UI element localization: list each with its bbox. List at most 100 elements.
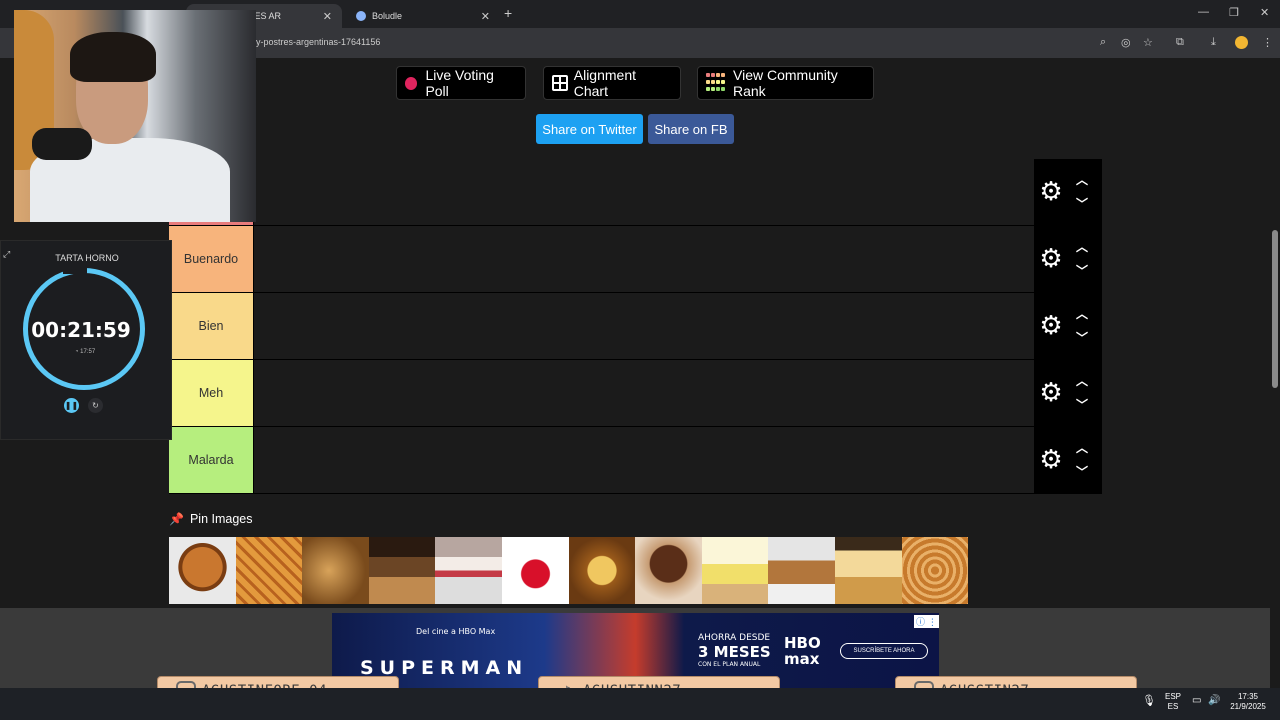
close-window-icon[interactable]: ✕: [1260, 6, 1269, 19]
chevron-down-icon[interactable]: ﹀: [1076, 329, 1088, 346]
menu-icon[interactable]: ⋮: [1262, 36, 1273, 49]
star-icon[interactable]: ☆: [1143, 36, 1153, 49]
close-tab-icon[interactable]: ✕: [481, 10, 490, 23]
ad-line1: Del cine a HBO Max: [416, 627, 496, 636]
lang-bottom: ES: [1167, 702, 1179, 711]
tab-boludle[interactable]: Boludle ✕: [346, 4, 500, 28]
tier-controls: ⚙ ︿ ﹀: [1034, 226, 1102, 293]
dessert-image[interactable]: [169, 537, 236, 604]
community-rank-label: View Community Rank: [733, 67, 838, 99]
record-icon: [405, 76, 418, 90]
ad-offer-top: AHORRA DESDE: [698, 633, 771, 643]
chevron-up-icon[interactable]: ︿: [1076, 439, 1088, 456]
alignment-chart-button[interactable]: Alignment Chart: [543, 66, 681, 100]
gear-icon[interactable]: ⚙: [1039, 446, 1063, 472]
community-rank-button[interactable]: View Community Rank: [697, 66, 874, 100]
gear-icon[interactable]: ⚙: [1039, 379, 1063, 405]
chevron-up-icon[interactable]: ︿: [1076, 171, 1088, 188]
chevron-up-icon[interactable]: ︿: [1076, 372, 1088, 389]
timer-alarm: ◔ 17:57: [1, 349, 169, 355]
dessert-image[interactable]: [768, 537, 835, 604]
tier-grid-icon: [706, 73, 725, 93]
clock[interactable]: 17:35 21/9/2025: [1226, 692, 1270, 712]
scrollbar[interactable]: [1270, 58, 1280, 688]
restore-icon[interactable]: ❐: [1229, 6, 1239, 19]
gear-icon[interactable]: ⚙: [1039, 245, 1063, 271]
ad-offer-big: 3 MESES: [698, 643, 771, 661]
volume-icon[interactable]: 🔊: [1208, 696, 1220, 706]
tier-controls: ⚙ ︿ ﹀: [1034, 360, 1102, 427]
gear-icon[interactable]: ⚙: [1039, 312, 1063, 338]
tier-row: Bien ⚙ ︿ ﹀: [169, 293, 1102, 360]
dessert-image[interactable]: [568, 537, 636, 604]
new-tab-button[interactable]: +: [504, 5, 512, 21]
reset-button[interactable]: ↻: [88, 398, 103, 413]
share-twitter-button[interactable]: Share on Twitter: [536, 114, 643, 144]
tier-drop-area[interactable]: [253, 159, 1034, 225]
taskbar: [0, 688, 1280, 720]
dessert-image[interactable]: [435, 537, 502, 604]
webcam-overlay: [14, 10, 256, 222]
gear-icon[interactable]: ⚙: [1039, 178, 1063, 204]
tier-label[interactable]: Meh: [169, 360, 253, 426]
clock-time: 17:35: [1237, 692, 1259, 701]
extensions-icon[interactable]: ⧉: [1176, 36, 1184, 49]
dessert-image[interactable]: [368, 537, 436, 604]
image-bank: [169, 537, 969, 604]
share-fb-button[interactable]: Share on FB: [648, 114, 734, 144]
chevron-up-icon[interactable]: ︿: [1076, 238, 1088, 255]
ad-offer-small: CON EL PLAN ANUAL: [698, 661, 761, 668]
tier-row: Malarda ⚙ ︿ ﹀: [169, 427, 1102, 494]
tier-drop-area[interactable]: [253, 293, 1034, 359]
chevron-down-icon[interactable]: ﹀: [1076, 463, 1088, 480]
zoom-icon[interactable]: ⌕: [1100, 36, 1106, 49]
dessert-image[interactable]: [834, 537, 902, 604]
pin-images-heading: 📌 Pin Images: [169, 512, 252, 526]
subscribe-button[interactable]: SUSCRÍBETE AHORA: [840, 643, 928, 659]
tier-controls: ⚙ ︿ ﹀: [1034, 427, 1102, 494]
live-voting-button[interactable]: Live Voting Poll: [396, 66, 526, 100]
tier-label[interactable]: Buenardo: [169, 226, 253, 292]
microphone-icon[interactable]: 🎙: [1142, 696, 1156, 707]
dessert-image[interactable]: [701, 537, 769, 604]
timer-widget: ⤢ TARTA HORNO 00:21:59 ◔ 17:57 ❚❚ ↻: [0, 240, 172, 440]
pause-button[interactable]: ❚❚: [64, 398, 79, 413]
timer-sub-value: 17:57: [80, 349, 96, 355]
alignment-label: Alignment Chart: [573, 67, 637, 99]
tier-label[interactable]: Bien: [169, 293, 253, 359]
live-voting-label: Live Voting Poll: [425, 67, 494, 99]
dessert-image[interactable]: [235, 537, 303, 604]
tier-label[interactable]: Malarda: [169, 427, 253, 493]
url-field[interactable]: y-postres-argentinas-17641156: [256, 37, 380, 47]
scrollbar-thumb[interactable]: [1272, 230, 1278, 388]
avatar[interactable]: [1235, 36, 1248, 49]
tier-drop-area[interactable]: [253, 427, 1034, 493]
tier-row: ⚙ ︿ ﹀: [169, 159, 1102, 226]
download-icon[interactable]: ⤓: [1211, 36, 1216, 49]
dessert-image[interactable]: [901, 537, 969, 604]
tier-drop-area[interactable]: [253, 226, 1034, 292]
pushpin-icon: 📌: [169, 512, 184, 526]
language-indicator[interactable]: ESP ES: [1162, 692, 1184, 712]
dessert-image[interactable]: [501, 537, 569, 604]
dessert-image[interactable]: [302, 537, 369, 604]
tier-controls: ⚙ ︿ ﹀: [1034, 293, 1102, 360]
chevron-down-icon[interactable]: ﹀: [1076, 195, 1088, 212]
ad-info-icon[interactable]: ⓘ ⋮: [914, 615, 939, 628]
pin-images-title: Pin Images: [189, 512, 253, 526]
tab-title: Boludle: [372, 11, 403, 21]
tier-row: Meh ⚙ ︿ ﹀: [169, 360, 1102, 427]
grid-icon: [552, 75, 568, 91]
close-tab-icon[interactable]: ✕: [323, 10, 332, 23]
minimize-icon[interactable]: —: [1198, 6, 1209, 18]
dessert-image[interactable]: [635, 537, 702, 604]
tier-controls: ⚙ ︿ ﹀: [1034, 159, 1102, 226]
network-icon[interactable]: ▭: [1192, 696, 1201, 706]
chevron-up-icon[interactable]: ︿: [1076, 305, 1088, 322]
eye-off-icon[interactable]: ◎: [1121, 36, 1131, 49]
timer-value: 00:21:59: [31, 318, 131, 342]
chevron-down-icon[interactable]: ﹀: [1076, 262, 1088, 279]
chevron-down-icon[interactable]: ﹀: [1076, 396, 1088, 413]
lang-top: ESP: [1164, 692, 1181, 701]
tier-drop-area[interactable]: [253, 360, 1034, 426]
